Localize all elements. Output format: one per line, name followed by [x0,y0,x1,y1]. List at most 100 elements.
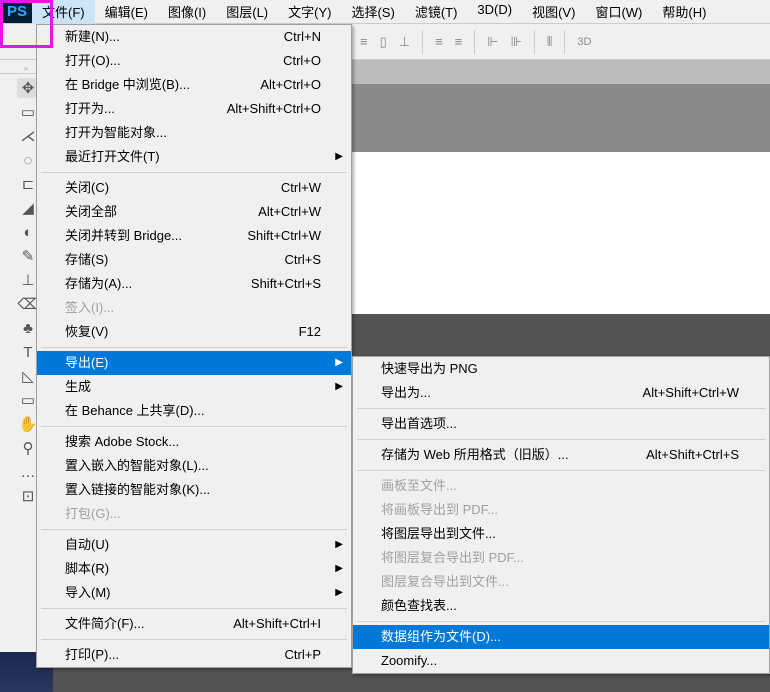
file-menu-item-19[interactable]: 搜索 Adobe Stock... [37,430,351,454]
menu-图层[interactable]: 图层(L) [216,0,278,24]
export-menu-item-0[interactable]: 快速导出为 PNG [353,357,769,381]
menu-separator [357,621,765,622]
file-menu-item-16[interactable]: 生成▶ [37,375,351,399]
separator [534,30,535,54]
file-menu-item-15[interactable]: 导出(E)▶ [37,351,351,375]
submenu-arrow-icon: ▶ [335,148,343,166]
distribute-icon[interactable]: ≡ [455,34,463,49]
file-menu-item-21[interactable]: 置入链接的智能对象(K)... [37,478,351,502]
export-menu-item-15[interactable]: Zoomify... [353,649,769,673]
menu-item-label: 快速导出为 PNG [381,360,478,378]
submenu-arrow-icon: ▶ [335,584,343,602]
menu-item-label: 签入(I)... [65,299,114,317]
export-menu-item-14[interactable]: 数据组作为文件(D)... [353,625,769,649]
file-menu-item-26[interactable]: 导入(M) ▶ [37,581,351,605]
file-menu-item-8[interactable]: 关闭全部Alt+Ctrl+W [37,200,351,224]
file-menu-item-24[interactable]: 自动(U)▶ [37,533,351,557]
menu-item-shortcut: Alt+Shift+Ctrl+S [646,446,739,464]
file-menu-item-3[interactable]: 打开为...Alt+Shift+Ctrl+O [37,97,351,121]
align-icon[interactable]: ⊩ [487,34,498,50]
export-menu-item-3[interactable]: 导出首选项... [353,412,769,436]
menu-编辑[interactable]: 编辑(E) [95,0,158,24]
menu-item-label: 打印(P)... [65,646,119,664]
menu-选择[interactable]: 选择(S) [341,0,404,24]
menu-图像[interactable]: 图像(I) [158,0,216,24]
menu-item-label: Zoomify... [381,652,437,670]
menu-separator [41,347,347,348]
menu-separator [41,608,347,609]
file-menu-item-5[interactable]: 最近打开文件(T) ▶ [37,145,351,169]
file-menu-item-7[interactable]: 关闭(C)Ctrl+W [37,176,351,200]
menu-separator [41,426,347,427]
menu-item-label: 搜索 Adobe Stock... [65,433,179,451]
menu-separator [357,470,765,471]
menu-item-label: 文件简介(F)... [65,615,144,633]
menu-item-label: 打开(O)... [65,52,121,70]
align-icon[interactable]: ≡ [360,34,368,49]
menu-separator [357,408,765,409]
separator [474,30,475,54]
file-menu-item-17[interactable]: 在 Behance 上共享(D)... [37,399,351,423]
export-menu-item-12[interactable]: 颜色查找表... [353,594,769,618]
file-menu-item-22: 打包(G)... [37,502,351,526]
distribute-icon[interactable]: ≡ [435,34,443,49]
menu-item-shortcut: Shift+Ctrl+W [247,227,321,245]
menu-item-label: 导入(M) [65,584,111,602]
menu-item-label: 图层复合导出到文件... [381,573,509,591]
separator [422,30,423,54]
file-menu-item-10[interactable]: 存储(S)Ctrl+S [37,248,351,272]
file-menu-item-20[interactable]: 置入嵌入的智能对象(L)... [37,454,351,478]
menu-item-shortcut: Alt+Shift+Ctrl+W [643,384,739,402]
menu-item-label: 存储(S) [65,251,108,269]
file-menu-item-25[interactable]: 脚本(R)▶ [37,557,351,581]
file-menu-item-12: 签入(I)... [37,296,351,320]
export-menu-item-10: 将图层复合导出到 PDF... [353,546,769,570]
file-menu-item-9[interactable]: 关闭并转到 Bridge...Shift+Ctrl+W [37,224,351,248]
mode-3d-label[interactable]: 3D [577,36,591,48]
file-menu-item-30[interactable]: 打印(P)... Ctrl+P [37,643,351,667]
menu-文字[interactable]: 文字(Y) [278,0,341,24]
menu-separator [41,639,347,640]
menu-item-shortcut: Alt+Shift+Ctrl+I [233,615,321,633]
file-menu-item-2[interactable]: 在 Bridge 中浏览(B)... Alt+Ctrl+O [37,73,351,97]
file-menu-item-28[interactable]: 文件简介(F)... Alt+Shift+Ctrl+I [37,612,351,636]
menu-滤镜[interactable]: 滤镜(T) [405,0,468,24]
menu-item-label: 打开为智能对象... [65,124,167,142]
file-menu-item-4[interactable]: 打开为智能对象... [37,121,351,145]
menu-item-shortcut: Ctrl+N [284,28,321,46]
menu-item-label: 存储为 Web 所用格式（旧版）... [381,446,569,464]
menu-item-label: 生成 [65,378,91,396]
menu-item-label: 在 Bridge 中浏览(B)... [65,76,190,94]
menu-item-label: 打包(G)... [65,505,121,523]
menu-item-shortcut: Ctrl+W [281,179,321,197]
menu-item-shortcut: Ctrl+P [285,646,321,664]
menu-帮助[interactable]: 帮助(H) [652,0,716,24]
menu-item-shortcut: Shift+Ctrl+S [251,275,321,293]
export-menu-item-1[interactable]: 导出为...Alt+Shift+Ctrl+W [353,381,769,405]
submenu-arrow-icon: ▶ [335,354,343,372]
export-menu-item-11: 图层复合导出到文件... [353,570,769,594]
menu-item-shortcut: Alt+Ctrl+O [260,76,321,94]
file-menu-item-11[interactable]: 存储为(A)...Shift+Ctrl+S [37,272,351,296]
file-menu-item-0[interactable]: 新建(N)...Ctrl+N [37,25,351,49]
menu-item-shortcut: Alt+Shift+Ctrl+O [227,100,321,118]
align-icon[interactable]: ▯ [380,34,387,50]
menu-item-label: 将图层导出到文件... [381,525,496,543]
export-submenu-dropdown: 快速导出为 PNG 导出为...Alt+Shift+Ctrl+W 导出首选项... 存… [352,356,770,674]
menu-窗口[interactable]: 窗口(W) [585,0,652,24]
app-logo: PS [2,1,32,23]
align-icon[interactable]: ⊪ [511,34,522,50]
menu-文件[interactable]: 文件(F) [32,0,95,24]
menu-separator [41,529,347,530]
menu-item-label: 最近打开文件(T) [65,148,160,166]
file-menu-item-13[interactable]: 恢复(V)F12 [37,320,351,344]
menu-3d[interactable]: 3D(D) [467,0,522,24]
export-menu-item-5[interactable]: 存储为 Web 所用格式（旧版）... Alt+Shift+Ctrl+S [353,443,769,467]
menu-separator [357,439,765,440]
distribute-icon[interactable]: ⫴ [547,34,552,50]
menu-视图[interactable]: 视图(V) [522,0,585,24]
menu-item-label: 自动(U) [65,536,109,554]
file-menu-item-1[interactable]: 打开(O)...Ctrl+O [37,49,351,73]
align-icon[interactable]: ⊥ [399,34,410,50]
export-menu-item-9[interactable]: 将图层导出到文件... [353,522,769,546]
